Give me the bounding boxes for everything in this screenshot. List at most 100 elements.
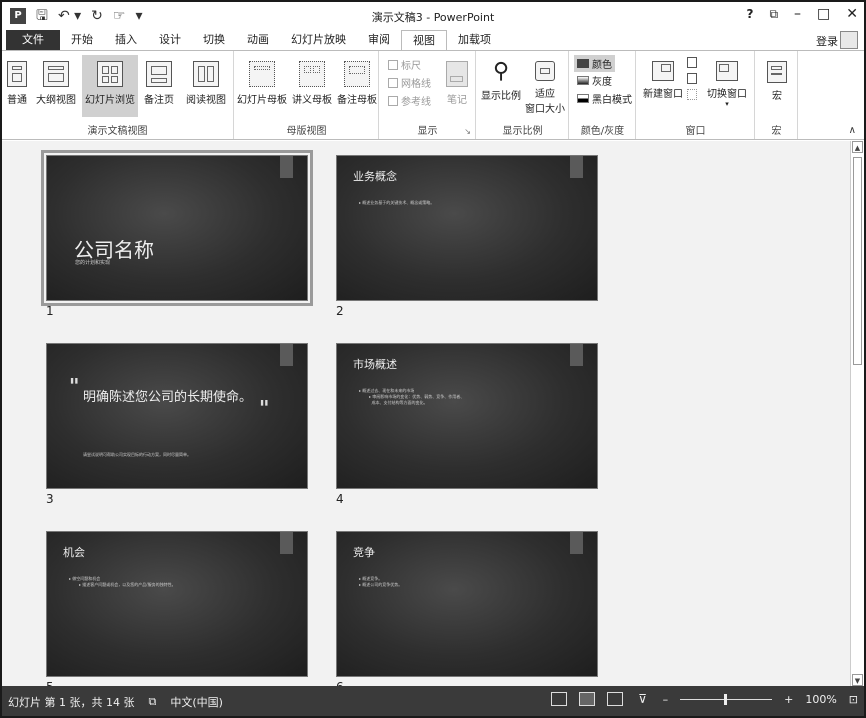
slide-body: ▸ 概述竞争。 ▸ 概述公司的竞争优势。 xyxy=(359,576,402,588)
handout-master-button[interactable]: 讲义母板 xyxy=(289,55,335,106)
slide-decoration xyxy=(280,532,293,554)
zoom-in-button[interactable]: + xyxy=(784,693,793,706)
slide-thumbnail-6[interactable]: 竞争 ▸ 概述竞争。 ▸ 概述公司的竞争优势。 xyxy=(336,531,598,677)
slide-decoration xyxy=(280,156,293,178)
ribbon-display-options-icon[interactable]: ⧉ xyxy=(769,7,778,22)
color-button[interactable]: 颜色 xyxy=(574,55,615,72)
slide-bullet: ▸ 概述业务基于的关键技术、概念或策略。 xyxy=(359,200,435,205)
notes-icon xyxy=(446,61,468,87)
ruler-checkbox-box xyxy=(388,59,398,70)
guides-checkbox-box xyxy=(388,95,398,106)
slide-sorter-status-icon[interactable] xyxy=(578,692,595,706)
fit-to-window-button[interactable]: 适应 窗口大小 xyxy=(523,55,567,115)
tab-addins[interactable]: 加载项 xyxy=(447,30,502,50)
group-master-views: 幻灯片母板 讲义母板 备注母板 母版视图 xyxy=(235,51,379,139)
slide-master-button[interactable]: 幻灯片母板 xyxy=(237,55,287,106)
group-zoom: ⚲ 显示比例 适应 窗口大小 显示比例 xyxy=(477,51,569,139)
tab-animations[interactable]: 动画 xyxy=(236,30,280,50)
slide-sorter-icon xyxy=(97,61,123,87)
spell-check-icon[interactable]: ⧉ xyxy=(148,695,156,709)
tab-file[interactable]: 文件 xyxy=(6,30,60,50)
fit-slide-icon[interactable]: ⊡ xyxy=(849,693,858,706)
zoom-level[interactable]: 100% xyxy=(805,693,836,706)
outline-view-button[interactable]: 大纲视图 xyxy=(32,55,80,106)
slide-thumbnail-4[interactable]: 市场概述 ▸ 概述过去、现在和未来的市场 ▸ 审阅影响市场的变化：优势、弱势、竞… xyxy=(336,343,598,489)
zoom-button[interactable]: ⚲ 显示比例 xyxy=(479,55,523,102)
normal-view-status-icon[interactable] xyxy=(550,692,567,706)
powerpoint-window: P 🖫 ↶ ▾ ↻ ☞ ▾ 演示文稿3 - PowerPoint ? ⧉ – □… xyxy=(0,0,866,718)
magnifier-icon: ⚲ xyxy=(492,59,510,84)
ribbon-view: 普通 大纲视图 幻灯片浏览 备注页 阅读视图 演示文稿视图 幻灯片母板 讲义母板… xyxy=(2,50,864,140)
notes-button[interactable]: 笔记 xyxy=(442,55,472,106)
arrange-all-icon[interactable] xyxy=(687,57,697,68)
new-window-button[interactable]: 新建窗口 xyxy=(641,55,685,100)
zoom-out-button[interactable]: – xyxy=(663,693,669,706)
slide-sub-bullet: ▸ 描述客户问题或机会，以及您的产品/服务的独特性。 xyxy=(79,582,176,587)
notes-master-button[interactable]: 备注母板 xyxy=(335,55,379,106)
slide-thumbnail-1[interactable]: 公司名称 您的计划和实现 xyxy=(41,150,313,306)
group-label-show: 显示 xyxy=(417,126,438,137)
help-button[interactable]: ? xyxy=(746,7,753,21)
slide-thumbnail-5[interactable]: 机会 ▸ 做空问题和机会 ▸ 描述客户问题或机会，以及您的产品/服务的独特性。 xyxy=(46,531,308,677)
group-label-master-views: 母版视图 xyxy=(286,126,327,137)
reading-view-status-icon[interactable] xyxy=(606,692,623,706)
notes-page-button[interactable]: 备注页 xyxy=(140,55,178,106)
switch-window-button[interactable]: 切换窗口 ▾ xyxy=(703,55,751,108)
black-white-button[interactable]: 黑白模式 xyxy=(577,91,632,106)
slide-thumbnail-3[interactable]: " 明确陈述您公司的长期使命。 " 请尝试说明可帮助公司实现目标的行动方案，同时… xyxy=(46,343,308,489)
window-title: 演示文稿3 - PowerPoint xyxy=(371,11,495,24)
guides-checkbox[interactable]: 参考线 xyxy=(388,93,431,108)
scroll-up-icon[interactable]: ▲ xyxy=(852,141,863,153)
cascade-icon[interactable] xyxy=(687,73,697,84)
slideshow-status-icon[interactable]: ⊽ xyxy=(635,692,651,706)
scroll-down-icon[interactable]: ▼ xyxy=(852,674,863,686)
slide-number: 1 xyxy=(46,304,54,318)
slide-count-status[interactable]: 幻灯片 第 1 张，共 14 张 xyxy=(8,694,134,710)
zoom-slider[interactable] xyxy=(680,693,773,705)
slide-body: ▸ 做空问题和机会 ▸ 描述客户问题或机会，以及您的产品/服务的独特性。 xyxy=(69,576,176,588)
slide-decoration xyxy=(570,344,583,366)
sign-in-link[interactable]: 登录 xyxy=(816,33,838,49)
tab-home[interactable]: 开始 xyxy=(60,30,104,50)
reading-view-icon xyxy=(193,61,219,87)
grayscale-swatch-icon xyxy=(577,76,589,85)
tab-design[interactable]: 设计 xyxy=(148,30,192,50)
slide-number: 3 xyxy=(46,492,54,506)
avatar[interactable] xyxy=(840,31,858,49)
vertical-scrollbar[interactable]: ▲ ▼ xyxy=(850,141,864,686)
group-color-grayscale: 颜色 灰度 黑白模式 颜色/灰度 xyxy=(570,51,636,139)
show-dialog-launcher-icon[interactable]: ↘ xyxy=(464,127,471,136)
normal-view-button[interactable]: 普通 xyxy=(4,55,30,106)
notes-page-icon xyxy=(146,61,172,87)
group-label-window: 窗口 xyxy=(685,126,706,137)
slide-decoration xyxy=(280,344,293,366)
grayscale-button[interactable]: 灰度 xyxy=(577,73,612,88)
tab-insert[interactable]: 插入 xyxy=(104,30,148,50)
notes-master-icon xyxy=(344,61,370,87)
slide-title: 市场概述 xyxy=(353,358,397,371)
slide-bullet: ▸ 概述公司的竞争优势。 xyxy=(359,582,403,587)
tab-transitions[interactable]: 切换 xyxy=(192,30,236,50)
move-split-icon[interactable] xyxy=(687,89,697,100)
handout-master-icon xyxy=(299,61,325,87)
minimize-button[interactable]: – xyxy=(794,6,801,22)
slide-sorter-button[interactable]: 幻灯片浏览 xyxy=(82,55,138,117)
language-status[interactable]: 中文(中国) xyxy=(170,694,223,710)
tab-review[interactable]: 审阅 xyxy=(357,30,401,50)
macros-button[interactable]: 宏 xyxy=(760,55,794,102)
close-button[interactable]: ✕ xyxy=(846,6,858,22)
ruler-checkbox[interactable]: 标尺 xyxy=(388,57,421,72)
collapse-ribbon-icon[interactable]: ∧ xyxy=(849,125,856,136)
black-white-swatch-icon xyxy=(577,94,589,103)
window-arrange-buttons xyxy=(687,57,697,100)
gridlines-checkbox[interactable]: 网格线 xyxy=(388,75,431,90)
reading-view-button[interactable]: 阅读视图 xyxy=(180,55,232,106)
slide-sub-bullet: 成本、支付结构等方面的变化。 xyxy=(371,400,428,405)
tab-slideshow[interactable]: 幻灯片放映 xyxy=(280,30,357,50)
normal-view-icon xyxy=(7,61,27,87)
status-left: 幻灯片 第 1 张，共 14 张 ⧉ 中文(中国) xyxy=(8,694,223,710)
maximize-button[interactable]: □ xyxy=(817,6,830,22)
slide-thumbnail-2[interactable]: 业务概念 ▸ 概述业务基于的关键技术、概念或策略。 xyxy=(336,155,598,301)
tab-view[interactable]: 视图 xyxy=(401,29,447,51)
scrollbar-thumb[interactable] xyxy=(853,157,862,365)
